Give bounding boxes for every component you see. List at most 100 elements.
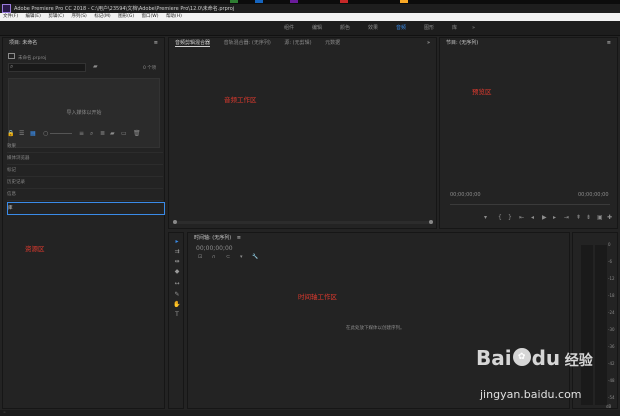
go-to-in-icon[interactable]: ⇤ — [519, 215, 524, 221]
workspace-tab-libraries[interactable]: 库 — [452, 21, 457, 35]
taskbar-app-icon[interactable] — [290, 0, 298, 3]
window-title-bar: Adobe Premiere Pro CC 2018 - C:\用户\23594… — [0, 4, 620, 13]
program-panel-title[interactable]: 节目: (无序列) — [446, 40, 478, 46]
workspace-tab-editing[interactable]: 编辑 — [312, 21, 322, 35]
folder-icon — [8, 53, 15, 59]
workspace-tab-color[interactable]: 颜色 — [340, 21, 350, 35]
scroll-right-handle[interactable] — [429, 220, 433, 224]
step-forward-icon[interactable]: ▸ — [553, 215, 556, 221]
resource-area-label: 资源区 — [25, 245, 45, 253]
sort-icon[interactable]: ≡ — [79, 131, 84, 137]
horizontal-scrollbar[interactable] — [173, 220, 433, 224]
lock-icon[interactable]: 🔒 — [7, 131, 14, 137]
panel-tab-effects[interactable]: 效果 — [7, 141, 163, 153]
snap-icon[interactable]: ∩ — [212, 254, 216, 260]
panel-menu-icon[interactable]: ≡ — [237, 235, 241, 241]
panel-menu-icon[interactable]: ≡ — [154, 38, 158, 49]
taskbar-app-icon[interactable] — [230, 0, 238, 3]
nest-icon[interactable]: ⊡ — [198, 254, 202, 260]
mark-in-icon[interactable]: { — [498, 215, 502, 221]
tabs-overflow-icon[interactable]: » — [427, 38, 430, 49]
lift-icon[interactable]: ⇞ — [576, 215, 581, 221]
program-scrubber[interactable] — [450, 204, 610, 205]
automate-icon[interactable]: ≣ — [100, 131, 105, 137]
menu-window[interactable]: 窗口(W) — [142, 14, 159, 19]
bin-icon[interactable]: ▰ — [110, 131, 115, 137]
pen-tool-icon[interactable]: ✎ — [173, 291, 181, 298]
meter-scale-30: -30 — [608, 327, 615, 332]
razor-tool-icon[interactable]: ◆ — [173, 268, 181, 275]
baidu-paw-icon: ✿ — [512, 348, 531, 366]
export-frame-icon[interactable]: ▣ — [597, 215, 603, 221]
workspace-tab-audio[interactable]: 音频 — [396, 21, 406, 35]
new-item-icon[interactable]: ▭ — [121, 131, 127, 137]
workspace-tab-assembly[interactable]: 组件 — [284, 21, 294, 35]
program-timecode-current[interactable]: 00;00;00;00 — [450, 192, 481, 198]
find-icon[interactable]: ⌕ — [90, 131, 93, 137]
tab-metadata[interactable]: 元数据 — [325, 40, 340, 46]
program-panel-header: 节目: (无序列) ≡ — [440, 38, 617, 49]
timeline-drop-hint: 在此处放下媒体以创建序列。 — [346, 326, 405, 331]
ripple-edit-tool-icon[interactable]: ⇹ — [173, 258, 181, 265]
status-bar: ◦ — [0, 410, 620, 416]
project-file-row: 未命名.prproj — [8, 53, 46, 61]
slip-tool-icon[interactable]: ↔ — [173, 280, 181, 287]
project-panel-title[interactable]: 项目: 未命名 — [9, 40, 37, 46]
search-input[interactable]: ⌕ — [8, 63, 86, 72]
taskbar-app-icon[interactable] — [340, 0, 348, 3]
menu-marker[interactable]: 标记(M) — [94, 14, 110, 19]
icon-view-icon[interactable]: ▦ — [30, 131, 36, 137]
panel-menu-icon[interactable]: ≡ — [607, 38, 611, 49]
tab-audio-track-mixer[interactable]: 音轨混合器: (无序列) — [224, 40, 271, 46]
tab-audio-clip-mixer[interactable]: 音频剪辑混合器 — [175, 40, 211, 47]
new-bin-icon[interactable]: ▰ — [93, 64, 98, 70]
add-marker-icon[interactable]: ▾ — [484, 215, 487, 221]
media-drop-area[interactable]: 导入媒体以开始 — [8, 78, 160, 148]
play-icon[interactable]: ▶ — [542, 215, 547, 221]
scroll-left-handle[interactable] — [173, 220, 177, 224]
mark-out-icon[interactable]: } — [508, 215, 512, 221]
menu-edit[interactable]: 编辑(E) — [26, 14, 41, 19]
zoom-slider[interactable] — [50, 133, 72, 134]
panel-tab-history[interactable]: 历史记录 — [7, 177, 163, 189]
linked-selection-icon[interactable]: ⊂ — [226, 254, 230, 260]
panel-tab-markers[interactable]: 标记 — [7, 165, 163, 177]
timeline-timecode[interactable]: 00;00;00;00 — [196, 245, 233, 252]
extract-icon[interactable]: ⇟ — [586, 215, 591, 221]
search-field[interactable] — [17, 64, 81, 70]
timeline-panel-title[interactable]: 时间轴: (无序列) — [194, 235, 231, 241]
track-select-tool-icon[interactable]: ⇉ — [173, 248, 181, 255]
step-back-icon[interactable]: ◂ — [531, 215, 534, 221]
taskbar-app-icon[interactable] — [255, 0, 263, 3]
workspace-tab-graphics[interactable]: 图形 — [424, 21, 434, 35]
list-view-icon[interactable]: ☰ — [19, 131, 24, 137]
premiere-logo-icon — [2, 4, 11, 13]
menu-help[interactable]: 帮助(H) — [166, 14, 182, 19]
hand-tool-icon[interactable]: ✋ — [173, 301, 181, 308]
wrench-icon[interactable]: 🔧 — [252, 254, 258, 260]
selection-tool-icon[interactable]: ▸ — [173, 238, 181, 245]
trash-icon[interactable]: 🗑 — [133, 131, 141, 137]
menu-graphics[interactable]: 图形(G) — [118, 14, 134, 19]
taskbar-app-icon[interactable] — [400, 0, 408, 3]
zoom-out-icon[interactable]: ○ — [43, 131, 48, 137]
tab-source-monitor[interactable]: 源: (无剪辑) — [284, 40, 311, 46]
panel-tab-libraries[interactable]: 库 — [7, 202, 165, 215]
window-title: Adobe Premiere Pro CC 2018 - C:\用户\23594… — [14, 6, 235, 12]
add-marker-icon[interactable]: ▾ — [240, 254, 243, 260]
item-count: 0 个项 — [143, 66, 157, 71]
menu-file[interactable]: 文件(F) — [3, 14, 18, 19]
menu-sequence[interactable]: 序列(S) — [71, 14, 86, 19]
workspace-more-icon[interactable]: » — [472, 21, 475, 35]
baidu-logo-text: Bai — [476, 346, 512, 370]
audio-panel-tabs: 音频剪辑混合器 音轨混合器: (无序列) 源: (无剪辑) 元数据 » — [169, 38, 436, 49]
project-panel: 项目: 未命名 ≡ 未命名.prproj ⌕ ▰ 0 个项 导入媒体以开始 🔒 … — [2, 37, 165, 409]
menu-clip[interactable]: 剪辑(C) — [48, 14, 64, 19]
workspace-tab-effects[interactable]: 效果 — [368, 21, 378, 35]
go-to-out-icon[interactable]: ⇥ — [564, 215, 569, 221]
baidu-logo-text-2: du — [531, 346, 561, 370]
type-tool-icon[interactable]: T — [173, 311, 181, 318]
button-editor-icon[interactable]: ✚ — [607, 215, 612, 221]
panel-tab-info[interactable]: 信息 — [7, 189, 163, 201]
panel-tab-media-browser[interactable]: 媒体浏览器 — [7, 153, 163, 165]
